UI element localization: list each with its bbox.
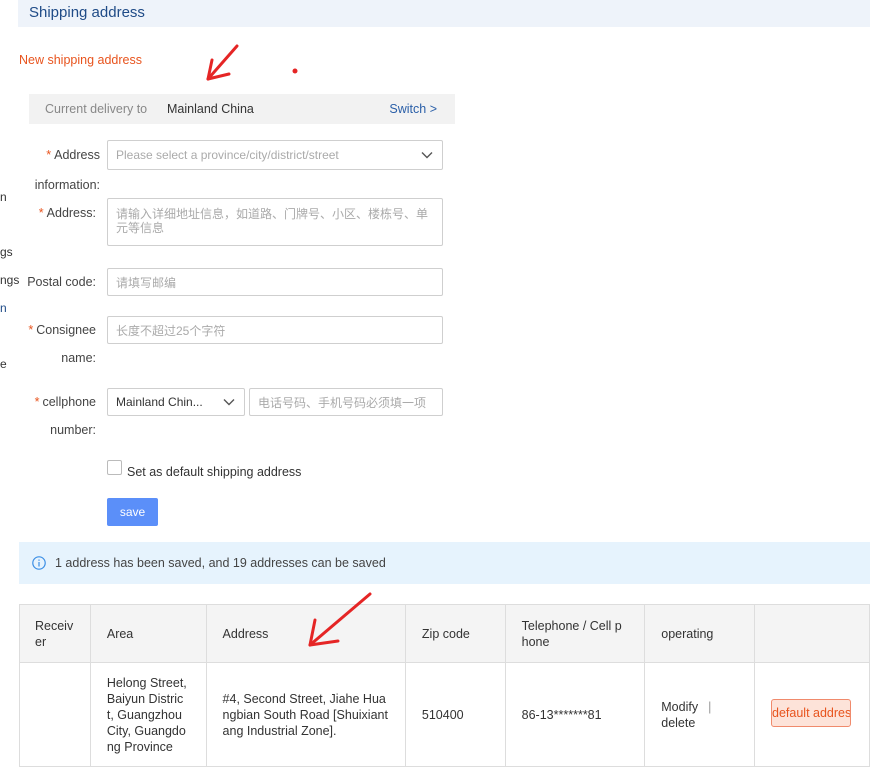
postal-code-placeholder: 请填写邮编 bbox=[116, 275, 177, 290]
address-detail-label: * Address: bbox=[38, 206, 96, 220]
region-select-placeholder: Please select a province/city/district/s… bbox=[116, 148, 339, 162]
address-info-label: * Address bbox=[46, 148, 100, 162]
annotation-arrow bbox=[206, 44, 239, 81]
postal-code-input[interactable]: 请填写邮编 bbox=[107, 268, 443, 296]
consignee-placeholder: 长度不超过25个字符 bbox=[116, 323, 226, 338]
table-header-row: Receiver Area Address Zip code Telephone… bbox=[19, 604, 870, 663]
save-button[interactable]: save bbox=[107, 498, 158, 526]
side-nav-fragment[interactable]: gs bbox=[0, 245, 13, 259]
phone-number-placeholder: 电话号码、手机号码必须填一项 bbox=[258, 395, 427, 410]
postal-code-label: Postal code: bbox=[27, 275, 96, 289]
modify-link[interactable]: Modify bbox=[661, 700, 698, 714]
header-default bbox=[754, 604, 870, 663]
header-telephone: Telephone / Cell phone bbox=[504, 604, 646, 663]
phone-region-select[interactable]: Mainland Chin... bbox=[107, 388, 245, 416]
default-address-button[interactable]: default address bbox=[771, 698, 852, 727]
address-detail-textarea[interactable]: 请输入详细地址信息，如道路、门牌号、小区、楼栋号、单元等信息 bbox=[107, 198, 443, 246]
phone-region-value: Mainland Chin... bbox=[116, 395, 203, 409]
header-operating: operating bbox=[644, 604, 756, 663]
header-area: Area bbox=[89, 604, 207, 663]
cell-receiver bbox=[19, 662, 91, 767]
header-receiver: Receiver bbox=[19, 604, 91, 663]
info-message: 1 address has been saved, and 19 address… bbox=[55, 556, 386, 570]
page-header: Shipping address bbox=[18, 0, 870, 27]
side-nav-fragment[interactable]: n bbox=[0, 301, 7, 315]
page-title: Shipping address bbox=[29, 4, 145, 21]
cell-operating: Modify | delete bbox=[644, 662, 756, 767]
address-detail-placeholder: 请输入详细地址信息，如道路、门牌号、小区、楼栋号、单元等信息 bbox=[116, 207, 429, 235]
info-banner: 1 address has been saved, and 19 address… bbox=[19, 542, 870, 584]
delete-link[interactable]: delete bbox=[661, 716, 695, 730]
delivery-value: Mainland China bbox=[167, 102, 254, 116]
header-zip: Zip code bbox=[404, 604, 506, 663]
table-row: Helong Street, Baiyun District, Guangzho… bbox=[19, 662, 870, 767]
cell-default: default address bbox=[754, 662, 870, 767]
annotation-dot bbox=[292, 68, 298, 74]
cell-telephone: 86-13*******81 bbox=[504, 662, 646, 767]
consignee-input[interactable]: 长度不超过25个字符 bbox=[107, 316, 443, 344]
delivery-region-bar: Current delivery to Mainland China Switc… bbox=[29, 94, 455, 124]
chevron-down-icon bbox=[421, 152, 433, 159]
op-separator: | bbox=[708, 699, 712, 714]
header-address: Address bbox=[205, 604, 406, 663]
cellphone-label-2: number: bbox=[50, 423, 96, 437]
address-info-label-2: information: bbox=[34, 178, 100, 192]
region-select[interactable]: Please select a province/city/district/s… bbox=[107, 140, 443, 170]
cell-zip: 510400 bbox=[404, 662, 506, 767]
info-icon bbox=[32, 556, 46, 570]
default-address-checkbox[interactable] bbox=[107, 460, 122, 475]
new-address-title: New shipping address bbox=[19, 53, 142, 67]
delivery-label: Current delivery to bbox=[45, 102, 148, 116]
default-address-checkbox-label[interactable]: Set as default shipping address bbox=[127, 465, 301, 479]
switch-region-link[interactable]: Switch > bbox=[389, 102, 437, 116]
cell-address: #4, Second Street, Jiahe Huangbian South… bbox=[205, 662, 406, 767]
cellphone-label: * cellphone bbox=[34, 395, 96, 409]
address-table: Receiver Area Address Zip code Telephone… bbox=[19, 604, 870, 767]
cell-area: Helong Street, Baiyun District, Guangzho… bbox=[89, 662, 207, 767]
chevron-down-icon bbox=[223, 399, 235, 406]
consignee-label: * Consignee bbox=[28, 323, 96, 337]
phone-number-input[interactable]: 电话号码、手机号码必须填一项 bbox=[249, 388, 443, 416]
consignee-label-2: name: bbox=[61, 351, 96, 365]
